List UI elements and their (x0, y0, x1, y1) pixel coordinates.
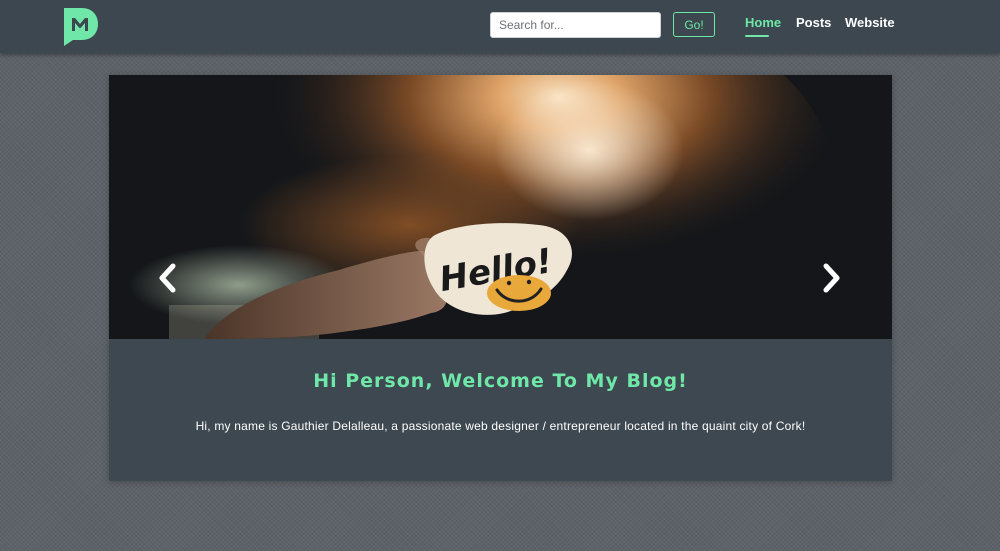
welcome-description: Hi, my name is Gauthier Delalleau, a pas… (195, 419, 806, 433)
chevron-right-icon (823, 263, 840, 293)
hello-sticker-photo: Hello! (109, 75, 892, 339)
welcome-title: Hi Person, Welcome To My Blog! (313, 370, 688, 392)
nav-posts[interactable]: Posts (796, 15, 831, 30)
chevron-left-icon (159, 263, 176, 293)
search-input[interactable] (490, 12, 661, 38)
go-button[interactable]: Go! (673, 12, 715, 37)
carousel-caption: Hi Person, Welcome To My Blog! Hi, my na… (109, 339, 892, 481)
logo-icon (64, 8, 98, 46)
nav-website[interactable]: Website (845, 15, 895, 30)
site-logo[interactable] (61, 6, 99, 46)
nav-active-indicator (745, 35, 769, 37)
top-navbar: Go! Home Posts Website (0, 0, 1000, 53)
carousel-next-button[interactable] (818, 263, 846, 293)
nav-home[interactable]: Home (745, 15, 781, 30)
carousel-prev-button[interactable] (153, 263, 181, 293)
carousel-slide-image: Hello! (109, 75, 892, 339)
hero-carousel: Hello! Hi Person, Welcome To My Blog! Hi… (109, 75, 892, 481)
